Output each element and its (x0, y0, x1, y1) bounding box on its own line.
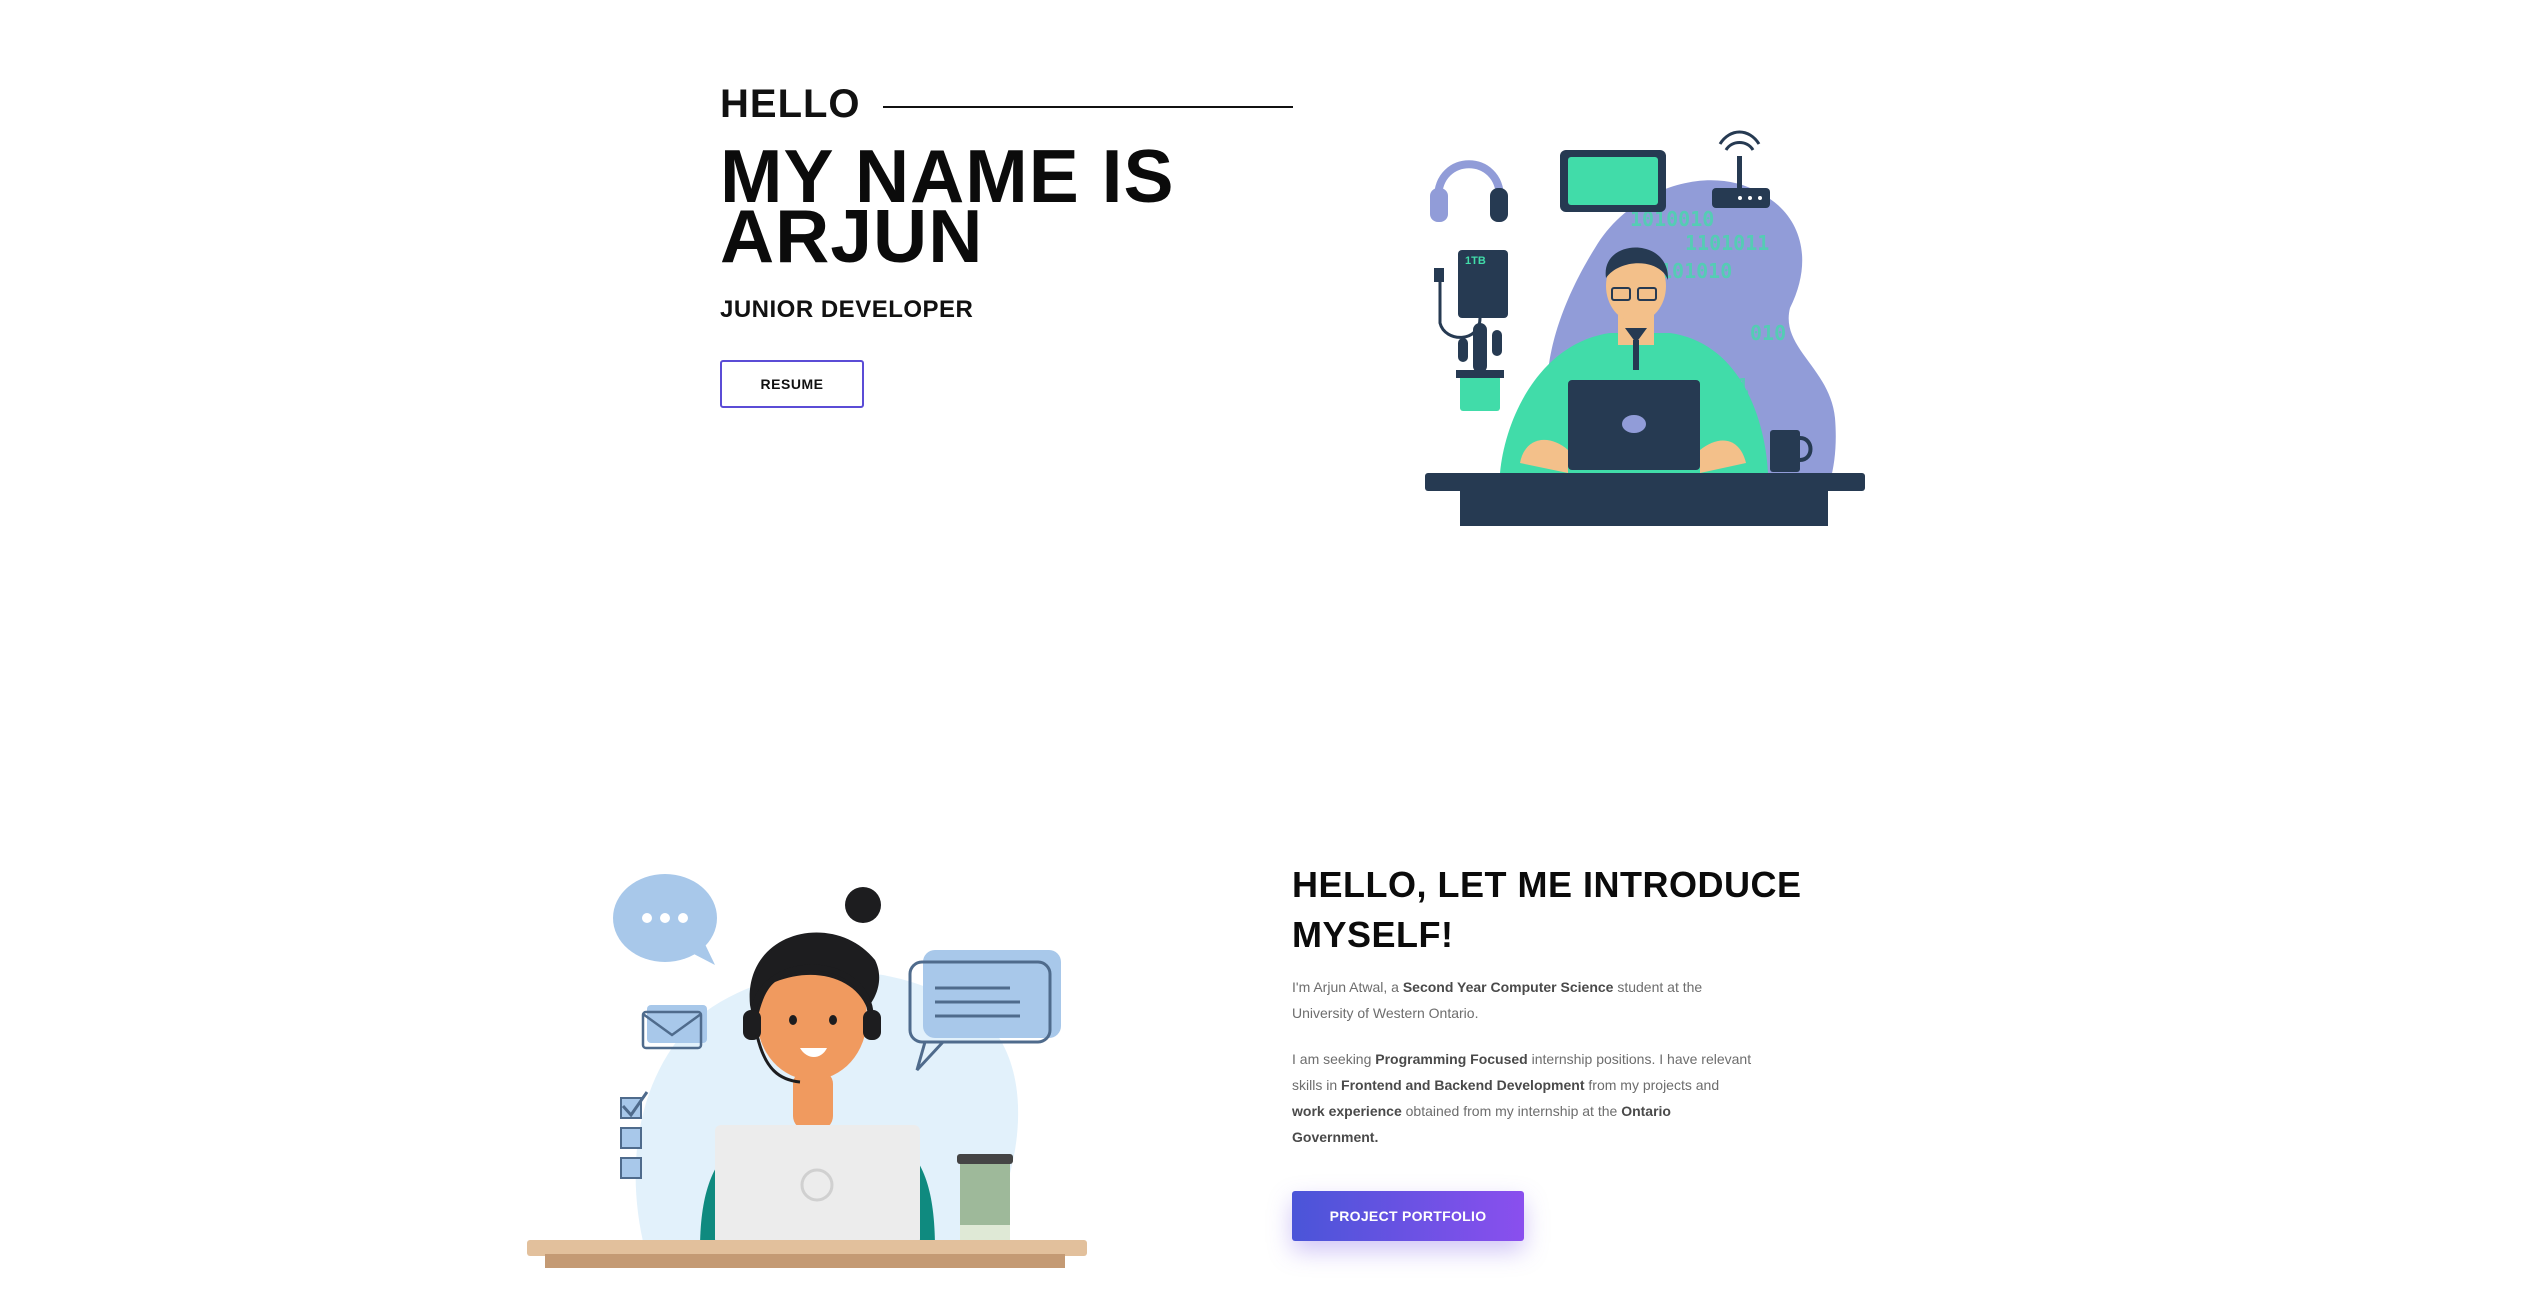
project-portfolio-button[interactable]: PROJECT PORTFOLIO (1292, 1191, 1524, 1241)
hard-drive-icon: 1TB (1434, 250, 1508, 339)
svg-text:010: 010 (1750, 321, 1786, 345)
hdd-label: 1TB (1465, 255, 1486, 267)
resume-button[interactable]: RESUME (720, 360, 864, 408)
body-text: obtained from my internship at the (1401, 1103, 1622, 1119)
envelope-icon (641, 1005, 707, 1050)
developer-illustration: 1010010 1101011 101010 010 01 1TB (1420, 118, 1870, 528)
router-icon (1712, 130, 1770, 208)
laptop-icon (1568, 380, 1700, 470)
body-text: I'm Arjun Atwal, a (1292, 979, 1403, 995)
emphasis-text: Programming Focused (1375, 1051, 1528, 1067)
laptop-icon (715, 1125, 920, 1245)
about-title: HELLO, LET ME INTRODUCE MYSELF! (1292, 864, 1802, 955)
chat-bubble-icon (613, 874, 717, 965)
emphasis-text: Second Year Computer Science (1402, 979, 1614, 995)
svg-text:101010: 101010 (1660, 259, 1732, 283)
desk (527, 1240, 1087, 1256)
emphasis-text: work experience (1292, 1103, 1402, 1119)
tablet-icon (1560, 150, 1666, 212)
body-text: I am seeking (1292, 1051, 1376, 1067)
hero-title: MY NAME IS ARJUN (720, 134, 1175, 278)
greeting-text: HELLO (720, 82, 861, 126)
hero-role: JUNIOR DEVELOPER (720, 296, 974, 323)
headphones-icon (1430, 160, 1508, 222)
svg-text:1101011: 1101011 (1685, 231, 1769, 255)
body-text: from my projects and (1584, 1077, 1720, 1093)
support-illustration (515, 870, 1095, 1270)
about-paragraph-1: I'm Arjun Atwal, a Second Year Computer … (1292, 974, 1752, 1026)
emphasis-text: Frontend and Backend Development (1341, 1077, 1585, 1093)
about-paragraph-2: I am seeking Programming Focused interns… (1292, 1046, 1752, 1150)
greeting-divider (882, 105, 1293, 108)
coffee-cup-icon (957, 1154, 1013, 1243)
greeting-row: HELLO (720, 82, 1293, 127)
